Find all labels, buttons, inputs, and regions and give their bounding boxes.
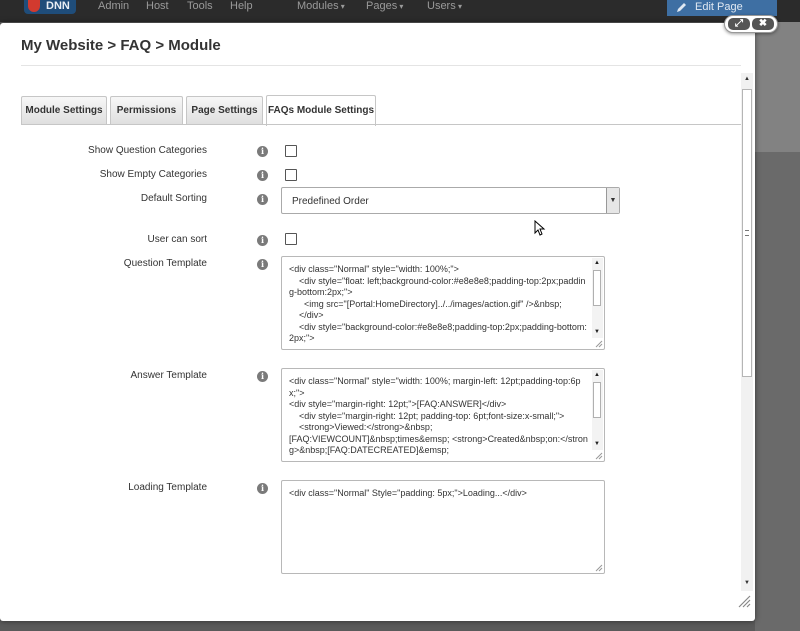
nav-admin[interactable]: Admin bbox=[98, 0, 129, 12]
textarea-scrollbar[interactable]: ▲ ▼ bbox=[592, 258, 603, 338]
tab-module-settings[interactable]: Module Settings bbox=[21, 96, 107, 125]
user-can-sort-label: User can sort bbox=[147, 234, 207, 245]
loading-template-value: <div class="Normal" Style="padding: 5px;… bbox=[289, 488, 527, 498]
scroll-down-icon[interactable]: ▼ bbox=[594, 328, 600, 336]
close-icon[interactable]: ✖ bbox=[752, 18, 774, 30]
loading-template-textarea[interactable]: <div class="Normal" Style="padding: 5px;… bbox=[281, 480, 605, 574]
question-template-label: Question Template bbox=[123, 258, 207, 269]
resize-handle-icon[interactable] bbox=[594, 451, 603, 460]
answer-template-textarea[interactable]: <div class="Normal" style="width: 100%; … bbox=[281, 368, 605, 462]
dialog-title: My Website > FAQ > Module bbox=[21, 37, 221, 54]
nav-pages[interactable]: Pages bbox=[366, 0, 403, 13]
default-sorting-value: Predefined Order bbox=[292, 196, 369, 207]
info-icon[interactable]: i bbox=[257, 483, 268, 494]
scroll-up-icon[interactable]: ▲ bbox=[594, 259, 600, 267]
module-settings-dialog: ⤢ ✖ My Website > FAQ > Module Module Set… bbox=[0, 15, 778, 621]
background-page bbox=[755, 22, 800, 152]
dnn-logo[interactable]: DNN bbox=[24, 0, 76, 14]
scroll-down-icon[interactable]: ▼ bbox=[743, 579, 751, 587]
scroll-down-icon[interactable]: ▼ bbox=[594, 440, 600, 448]
dialog-resize-icon[interactable] bbox=[737, 594, 751, 608]
show-empty-categories-checkbox[interactable] bbox=[285, 169, 297, 181]
show-empty-categories-label: Show Empty Categories bbox=[99, 169, 207, 180]
show-question-categories-checkbox[interactable] bbox=[285, 145, 297, 157]
maximize-icon[interactable]: ⤢ bbox=[728, 18, 750, 30]
answer-template-value: <div class="Normal" style="width: 100%; … bbox=[289, 376, 588, 455]
nav-users[interactable]: Users bbox=[427, 0, 462, 13]
textarea-scrollbar[interactable]: ▲ ▼ bbox=[592, 370, 603, 450]
info-icon[interactable]: i bbox=[257, 371, 268, 382]
scrollbar-thumb[interactable] bbox=[593, 270, 601, 306]
answer-template-label: Answer Template bbox=[130, 370, 207, 381]
default-sorting-select[interactable]: Predefined Order ▼ bbox=[281, 187, 620, 214]
resize-handle-icon[interactable] bbox=[594, 563, 603, 572]
nav-help[interactable]: Help bbox=[230, 0, 253, 12]
info-icon[interactable]: i bbox=[257, 170, 268, 181]
scroll-up-icon[interactable]: ▲ bbox=[743, 75, 751, 83]
loading-template-label: Loading Template bbox=[128, 482, 207, 493]
default-sorting-label: Default Sorting bbox=[140, 193, 207, 204]
scroll-up-icon[interactable]: ▲ bbox=[594, 371, 600, 379]
window-controls: ⤢ ✖ bbox=[724, 15, 778, 33]
tab-page-settings[interactable]: Page Settings bbox=[186, 96, 263, 125]
show-question-categories-label: Show Question Categories bbox=[88, 145, 207, 156]
title-divider bbox=[21, 65, 741, 66]
nav-host[interactable]: Host bbox=[146, 0, 169, 12]
info-icon[interactable]: i bbox=[257, 146, 268, 157]
dialog-scrollbar-thumb[interactable] bbox=[742, 89, 752, 377]
question-template-value: <div class="Normal" style="width: 100%;"… bbox=[289, 264, 587, 343]
chevron-down-icon[interactable]: ▼ bbox=[606, 188, 619, 213]
info-icon[interactable]: i bbox=[257, 259, 268, 270]
tab-permissions[interactable]: Permissions bbox=[110, 96, 183, 125]
scrollbar-thumb[interactable] bbox=[593, 382, 601, 418]
background-overlay bbox=[755, 152, 800, 631]
resize-handle-icon[interactable] bbox=[594, 339, 603, 348]
question-template-textarea[interactable]: <div class="Normal" style="width: 100%;"… bbox=[281, 256, 605, 350]
nav-tools[interactable]: Tools bbox=[187, 0, 213, 12]
grip-icon bbox=[745, 230, 749, 236]
dialog-scrollbar[interactable]: ▲ ▼ bbox=[741, 73, 753, 591]
edit-page-button[interactable]: Edit Page bbox=[667, 0, 777, 16]
info-icon[interactable]: i bbox=[257, 194, 268, 205]
dnn-control-bar: DNN Admin Host Tools Help Modules Pages … bbox=[0, 0, 800, 22]
edit-page-label: Edit Page bbox=[695, 1, 743, 13]
mouse-cursor-icon bbox=[534, 220, 546, 236]
nav-modules[interactable]: Modules bbox=[297, 0, 345, 13]
tab-faqs-module-settings[interactable]: FAQs Module Settings bbox=[266, 95, 376, 126]
user-can-sort-checkbox[interactable] bbox=[285, 233, 297, 245]
pencil-icon bbox=[677, 3, 686, 12]
tab-divider bbox=[21, 124, 741, 125]
info-icon[interactable]: i bbox=[257, 235, 268, 246]
